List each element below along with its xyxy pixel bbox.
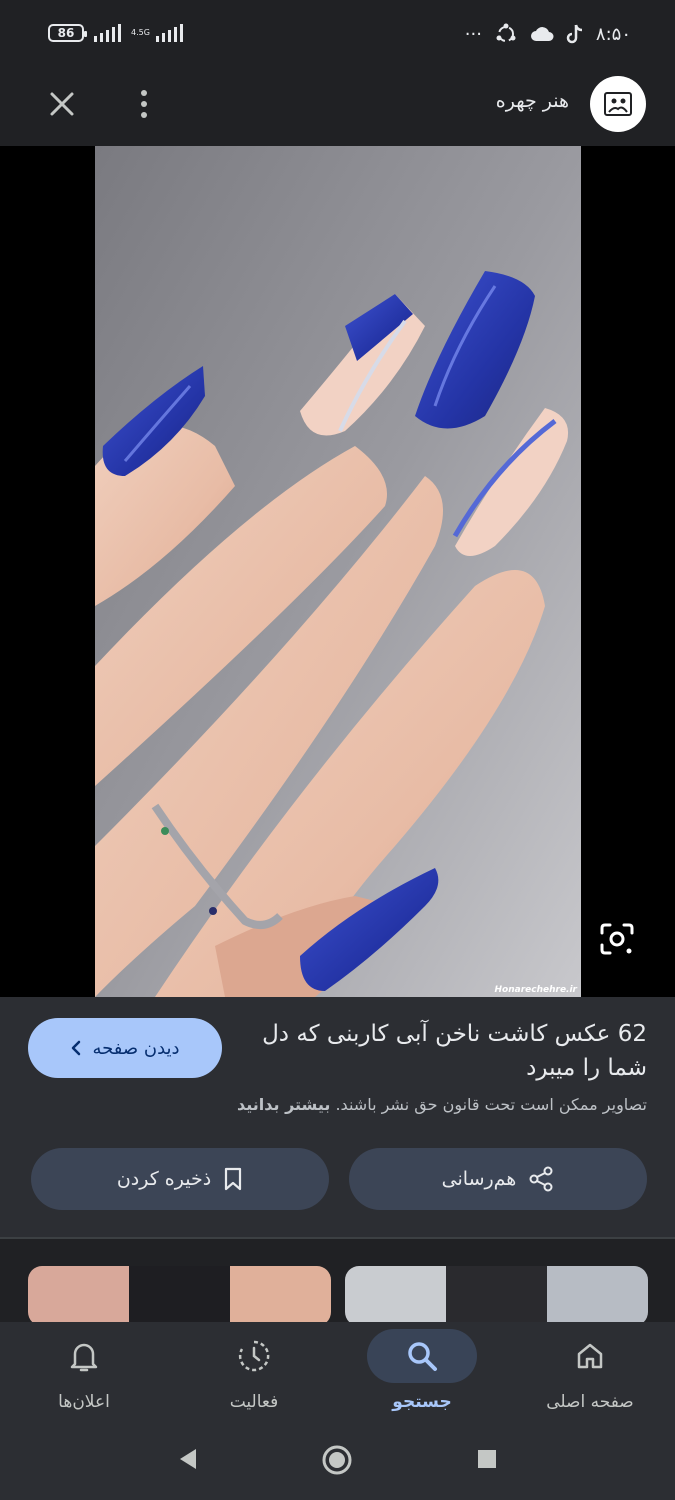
- system-navigation: [0, 1426, 675, 1500]
- result-image[interactable]: Honarechehre.ir: [95, 146, 581, 997]
- source-logo[interactable]: [590, 76, 646, 132]
- nav-home-label: صفحه اصلی: [546, 1392, 634, 1412]
- bell-icon: [70, 1343, 98, 1372]
- related-images: [0, 1239, 675, 1323]
- image-viewer: Honarechehre.ir: [0, 146, 675, 997]
- share-button[interactable]: هم‌رسانی: [349, 1148, 647, 1210]
- status-left: 86 4.5G: [48, 24, 183, 42]
- image-watermark: Honarechehre.ir: [494, 985, 577, 995]
- nav-notifications-icon-wrap: [29, 1329, 139, 1383]
- more-options-button[interactable]: [128, 84, 160, 124]
- status-bar: 86 4.5G ··· ۸:۵۰: [0, 0, 675, 70]
- status-right: ··· ۸:۵۰: [465, 22, 631, 46]
- search-icon: [408, 1342, 437, 1371]
- battery-level: 86: [57, 26, 75, 40]
- nav-search-icon-wrap: [367, 1329, 477, 1383]
- nav-activity[interactable]: فعالیت: [170, 1322, 338, 1426]
- result-info-panel: 62 عکس کاشت ناخن آبی کاربنی که دل شما را…: [0, 997, 675, 1237]
- more-notifications-icon: ···: [464, 23, 482, 45]
- copyright-notice: تصاویر ممکن است تحت قانون حق نشر باشند. …: [237, 1095, 647, 1114]
- home-icon: [577, 1343, 603, 1369]
- back-icon[interactable]: [176, 1444, 200, 1474]
- learn-more-link[interactable]: بیشتر بدانید: [237, 1095, 330, 1114]
- nav-search-label: جستجو: [392, 1392, 452, 1412]
- copyright-text: تصاویر ممکن است تحت قانون حق نشر باشند.: [335, 1095, 647, 1114]
- cloud-icon: [530, 27, 554, 41]
- network-type: 4.5G: [131, 28, 150, 37]
- clock: ۸:۵۰: [595, 23, 631, 45]
- nav-activity-label: فعالیت: [229, 1392, 279, 1412]
- nav-notifications[interactable]: اعلان‌ها: [0, 1322, 168, 1426]
- bookmark-icon: [225, 1167, 242, 1191]
- nav-search[interactable]: جستجو: [338, 1322, 506, 1426]
- signal-icon-2: [155, 24, 183, 42]
- chevron-left-icon: [72, 1040, 81, 1056]
- top-app-bar: هنر چهره: [0, 70, 675, 146]
- share-icon: [529, 1166, 553, 1192]
- home-system-icon[interactable]: [321, 1444, 353, 1476]
- visit-page-button[interactable]: دیدن صفحه: [28, 1018, 222, 1078]
- tiktok-icon: [566, 24, 582, 44]
- visit-label: دیدن صفحه: [92, 1037, 180, 1059]
- close-icon: [50, 92, 74, 116]
- battery-icon: 86: [48, 24, 87, 42]
- bottom-navigation: صفحه اصلی جستجو فعالیت اعلان‌ها: [0, 1322, 675, 1426]
- share-label: هم‌رسانی: [441, 1168, 517, 1190]
- signal-icon: [94, 24, 121, 42]
- nav-activity-icon-wrap: [199, 1329, 309, 1383]
- more-vert-icon: [141, 90, 147, 96]
- lens-search-button[interactable]: [598, 921, 636, 957]
- save-button[interactable]: ذخیره کردن: [31, 1148, 329, 1210]
- nail-art-photo: [95, 146, 581, 997]
- nav-home-icon-wrap: [535, 1329, 645, 1383]
- image-placeholder-icon: [604, 92, 632, 116]
- close-button[interactable]: [44, 86, 80, 122]
- related-image-2[interactable]: [28, 1266, 331, 1323]
- recents-icon[interactable]: [475, 1444, 499, 1474]
- source-name[interactable]: هنر چهره: [496, 90, 569, 112]
- result-title[interactable]: 62 عکس کاشت ناخن آبی کاربنی که دل شما را…: [247, 1017, 647, 1085]
- related-image-1[interactable]: [345, 1266, 648, 1323]
- nav-notifications-label: اعلان‌ها: [58, 1392, 110, 1412]
- save-label: ذخیره کردن: [116, 1168, 212, 1190]
- lens-icon: [600, 923, 634, 955]
- activity-icon: [238, 1340, 270, 1372]
- sync-icon: [496, 23, 516, 42]
- nav-home[interactable]: صفحه اصلی: [506, 1322, 674, 1426]
